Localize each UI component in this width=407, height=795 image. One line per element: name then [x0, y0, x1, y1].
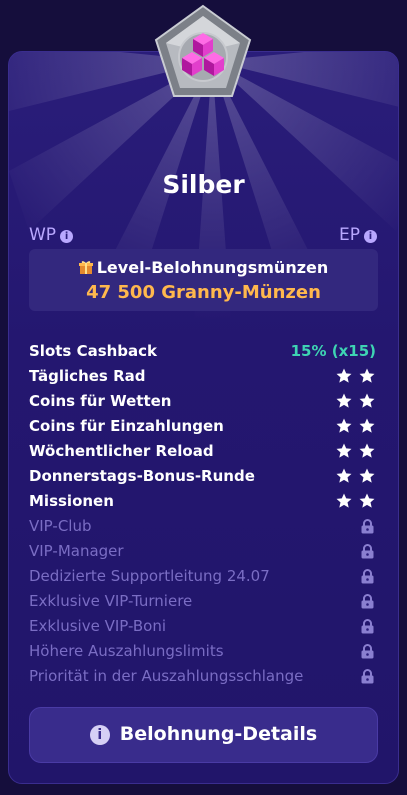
benefit-label: Coins für Einzahlungen	[29, 417, 224, 435]
coins-amount: 47 500 Granny-Münzen	[86, 282, 321, 303]
benefit-row: VIP-Club	[29, 515, 378, 537]
star-icon	[359, 493, 375, 508]
ep-label: EP i	[339, 225, 377, 245]
star-rating	[336, 418, 376, 434]
gift-icon	[78, 261, 93, 274]
level-name: Silber	[162, 170, 245, 199]
silver-pentagon-gems-icon	[154, 4, 252, 97]
benefit-row: Slots Cashback 15% (x15)	[29, 340, 378, 362]
reward-details-button-label: Belohnung-Details	[119, 723, 318, 745]
wp-label-text: WP	[29, 225, 57, 245]
wp-label: WP i	[29, 225, 74, 245]
star-icon	[336, 393, 352, 408]
star-rating	[336, 443, 376, 459]
reward-details-button[interactable]: i Belohnung-Details	[29, 707, 378, 763]
coins-title-row: Level-Belohnungsmünzen	[29, 258, 378, 277]
star-icon	[359, 368, 375, 383]
benefit-row: VIP-Manager	[29, 540, 378, 562]
benefit-label: Priorität in der Auszahlungsschlange	[29, 667, 304, 685]
benefit-label: Missionen	[29, 492, 114, 510]
lock-icon	[361, 519, 374, 534]
benefit-row: Missionen	[29, 490, 378, 512]
star-rating	[336, 393, 376, 409]
benefit-label: Slots Cashback	[29, 342, 158, 360]
benefit-label: Exklusive VIP-Boni	[29, 617, 166, 635]
star-rating	[336, 493, 376, 509]
benefit-label: Wöchentlicher Reload	[29, 442, 214, 460]
lock-icon	[361, 644, 374, 659]
benefit-row: Tägliches Rad	[29, 365, 378, 387]
benefit-row: Priorität in der Auszahlungsschlange	[29, 665, 378, 687]
benefit-row: Exklusive VIP-Boni	[29, 615, 378, 637]
star-icon	[359, 393, 375, 408]
benefit-label: VIP-Manager	[29, 542, 124, 560]
star-icon	[336, 468, 352, 483]
info-icon: i	[89, 725, 110, 745]
benefit-row: Wöchentlicher Reload	[29, 440, 378, 462]
benefit-row: Exklusive VIP-Turniere	[29, 590, 378, 612]
lock-icon	[361, 594, 374, 609]
level-reward-coins-box: Level-Belohnungsmünzen 47 500 Granny-Mün…	[29, 249, 378, 311]
star-rating	[336, 468, 376, 484]
benefit-label: Donnerstags-Bonus-Runde	[29, 467, 255, 485]
star-icon	[359, 443, 375, 458]
benefit-row: Coins für Einzahlungen	[29, 415, 378, 437]
star-icon	[359, 468, 375, 483]
benefit-row: Coins für Wetten	[29, 390, 378, 412]
benefit-row: Donnerstags-Bonus-Runde	[29, 465, 378, 487]
star-rating	[336, 368, 376, 384]
benefit-row: Dedizierte Supportleitung 24.07	[29, 565, 378, 587]
info-icon[interactable]: i	[60, 230, 74, 243]
coins-title: Level-Belohnungsmünzen	[96, 258, 329, 277]
benefit-label: Höhere Auszahlungslimits	[29, 642, 224, 660]
benefit-label: VIP-Club	[29, 517, 92, 535]
benefit-value: 15% (x15)	[290, 342, 376, 360]
lock-icon	[361, 569, 374, 584]
benefit-label: Dedizierte Supportleitung 24.07	[29, 567, 270, 585]
lock-icon	[361, 544, 374, 559]
reward-details-button-content: i Belohnung-Details	[30, 723, 377, 745]
ep-label-text: EP	[339, 225, 360, 245]
star-icon	[359, 418, 375, 433]
star-icon	[336, 443, 352, 458]
benefit-label: Coins für Wetten	[29, 392, 172, 410]
benefit-label: Tägliches Rad	[29, 367, 146, 385]
info-icon[interactable]: i	[364, 230, 377, 243]
benefit-row: Höhere Auszahlungslimits	[29, 640, 378, 662]
lock-icon	[361, 669, 374, 684]
star-icon	[336, 418, 352, 433]
star-icon	[336, 368, 352, 383]
benefit-label: Exklusive VIP-Turniere	[29, 592, 193, 610]
lock-icon	[361, 619, 374, 634]
star-icon	[336, 493, 352, 508]
